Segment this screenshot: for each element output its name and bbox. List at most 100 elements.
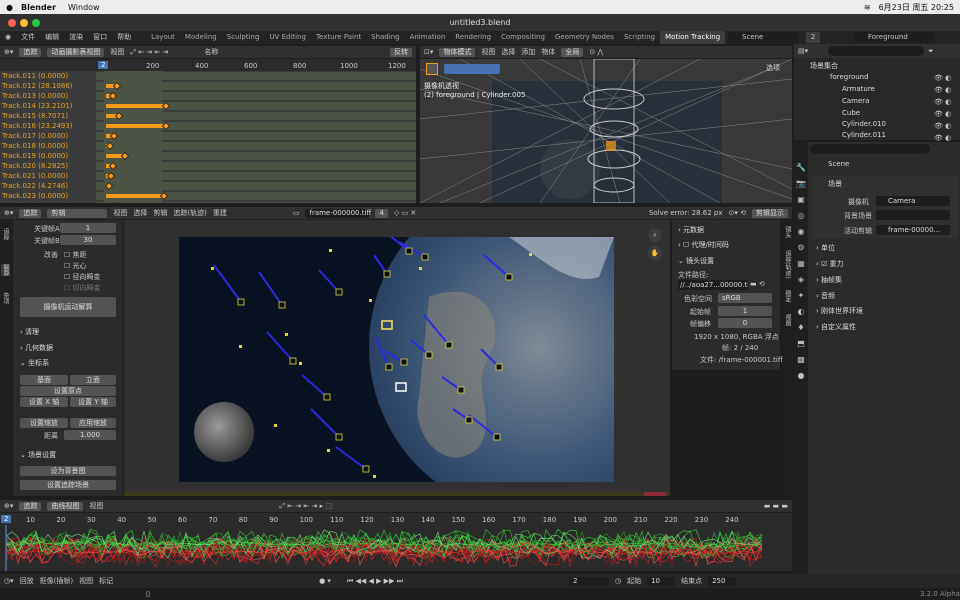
camera-field[interactable]: Camera [876,196,950,206]
track-lane[interactable] [96,111,416,121]
bg-scene-field[interactable] [876,210,950,220]
tab-modeling[interactable]: Modeling [180,31,222,44]
tab-texture-paint[interactable]: Texture Paint [311,31,366,44]
colorspace-dropdown[interactable]: sRGB [718,293,772,303]
tab-track-right[interactable]: 追踪(轨迹) [783,250,792,279]
marker-dot[interactable] [211,267,214,270]
scene-selector[interactable]: Scene [728,32,798,43]
clip-menu-select[interactable]: 选择 [133,208,147,218]
clip-editor-type-icon[interactable]: ⊕▾ [4,209,13,217]
track-lane[interactable] [96,121,416,131]
panel-keying-sets[interactable]: › 抽帧集 [816,275,842,285]
outliner-scene-collection[interactable]: 场景集合 [810,61,838,71]
outliner-item-cylinder-011[interactable]: Cylinder.011 [842,130,886,140]
marker-dot[interactable] [285,333,288,336]
panel-scene-setup[interactable]: ⌄ 场景设置 [20,450,56,460]
active-clip-field[interactable]: frame-00000... [876,225,950,235]
panel-footage[interactable]: ⌄ 镜头设置 [678,256,714,266]
view-layer-selector[interactable]: Foreground [854,32,934,43]
tab-misc[interactable]: 杂项 [1,292,10,304]
editor-type-icon[interactable]: ⊕▾ [4,48,13,56]
clip-menu-view[interactable]: 视图 [113,208,127,218]
tab-footage[interactable]: 镜头 [783,226,792,238]
refine-radial-checkbox[interactable]: ☐ 径向畸变 [64,272,101,282]
clip-menu-reconstruct[interactable]: 重建 [213,208,227,218]
outliner-item-cube[interactable]: Cube [842,108,860,118]
keyframe[interactable] [104,181,114,191]
tab-animation[interactable]: Animation [405,31,451,44]
viewport-view-menu[interactable]: 视图 [481,47,495,57]
track-marker[interactable] [383,270,391,278]
marker-dot[interactable] [299,362,302,365]
apply-scale-button[interactable]: 应用缩放 [70,418,116,428]
current-frame-field[interactable]: 2 [568,576,609,586]
refine-center-checkbox[interactable]: ☐ 光心 [64,261,87,271]
pivot-icon[interactable]: ⊙▾ ⟲ [729,209,746,217]
timeline-editor-icon[interactable]: ◷▾ [4,577,14,585]
tab-uv-editing[interactable]: UV Editing [264,31,311,44]
keyframe[interactable] [161,121,170,131]
panel-units[interactable]: › 单位 [816,243,835,253]
refine-tangent-checkbox[interactable]: ☐ 切向畸变 [64,283,101,293]
keyframe[interactable] [109,131,119,141]
track-lane[interactable] [96,151,416,161]
clip-view-dropdown[interactable]: 剪辑 [47,208,108,218]
marker-dot[interactable] [274,424,277,427]
track-lane[interactable] [96,161,416,171]
apple-icon[interactable]: ● [6,3,13,12]
zoom-icon[interactable]: ⌕ [648,228,662,242]
keyframe-b-field[interactable]: 30 [60,235,116,245]
graph-view-menu[interactable]: 视图 [89,501,103,511]
tab-solve[interactable]: 解算 [1,264,10,276]
start-frame-field[interactable]: 1 [718,306,772,316]
track-marker[interactable] [237,298,245,306]
fake-user-icon[interactable]: ◇ ▭ ✕ [394,209,416,217]
clip-menu-track[interactable]: 追踪(轨迹) [173,208,206,218]
transform-orientation-dropdown[interactable]: 全局 [561,47,584,57]
viewport-options-menu[interactable]: 选项 [766,63,780,73]
marker-dot[interactable] [327,449,330,452]
menu-edit[interactable]: 编辑 [40,31,64,44]
track-marker[interactable] [465,416,473,424]
track-lane[interactable] [96,72,416,80]
graph-area[interactable]: 2 10 20 30 40 50 60 70 80 90 100 110 120 130 140 150 16… [0,513,792,571]
dopesheet-view-menu[interactable]: 视图 [110,47,124,57]
graph-current-frame[interactable]: 2 [1,515,12,523]
track-marker[interactable] [278,301,286,309]
tab-track[interactable]: 追踪 [1,228,10,240]
close-window-button[interactable] [8,19,16,27]
tab-view[interactable]: 视图 [783,314,792,326]
track-name[interactable]: Track.016 (23.2493) [0,121,92,131]
track-marker[interactable] [335,433,343,441]
current-frame-indicator[interactable]: 2 [98,61,109,69]
outliner-visibility-icons[interactable]: 👁 ◐ 👁 ◐ 👁 ◐ 👁 ◐ 👁 ◐ 👁 ◐ [934,72,958,142]
track-marker[interactable] [400,358,408,366]
marker-menu[interactable]: 标记 [99,576,113,586]
clip-mode-dropdown[interactable]: 追踪 [19,208,42,218]
filepath-field[interactable]: //../aoa27...00000.tiff [678,280,748,290]
track-marker[interactable] [457,386,465,394]
tab-scripting[interactable]: Scripting [619,31,660,44]
tab-rendering[interactable]: Rendering [450,31,496,44]
outliner-editor-icon[interactable]: ▤▾ [798,47,808,55]
track-lane[interactable] [96,181,416,191]
tab-layout[interactable]: Layout [146,31,180,44]
track-name[interactable]: Track.017 (0.0000) [0,131,92,141]
clip-display-dropdown[interactable]: 剪辑显示 [752,208,788,218]
keyframe[interactable] [106,171,116,181]
blender-logo-icon[interactable]: ◉ [0,31,16,44]
viewport-select-menu[interactable]: 选择 [501,47,515,57]
outliner-item-armature[interactable]: Armature [842,84,875,94]
graph-mode-dropdown[interactable]: 追踪 [19,501,42,511]
keyframe[interactable] [159,191,169,201]
keyframe-a-field[interactable]: 1 [60,223,116,233]
track-marker[interactable] [323,393,331,401]
track-marker[interactable] [493,433,501,441]
set-x-axis-button[interactable]: 设置 X 轴 [20,397,68,407]
dopesheet-sort-dropdown[interactable]: 名称 [204,47,218,57]
tab-motion-tracking[interactable]: Motion Tracking [660,31,726,44]
playback-menu[interactable]: 回放 [20,576,34,586]
hand-pan-icon[interactable]: ✋ [648,246,662,260]
track-lane[interactable] [96,201,416,203]
track-name[interactable]: Track.012 (28.1086) [0,81,92,91]
